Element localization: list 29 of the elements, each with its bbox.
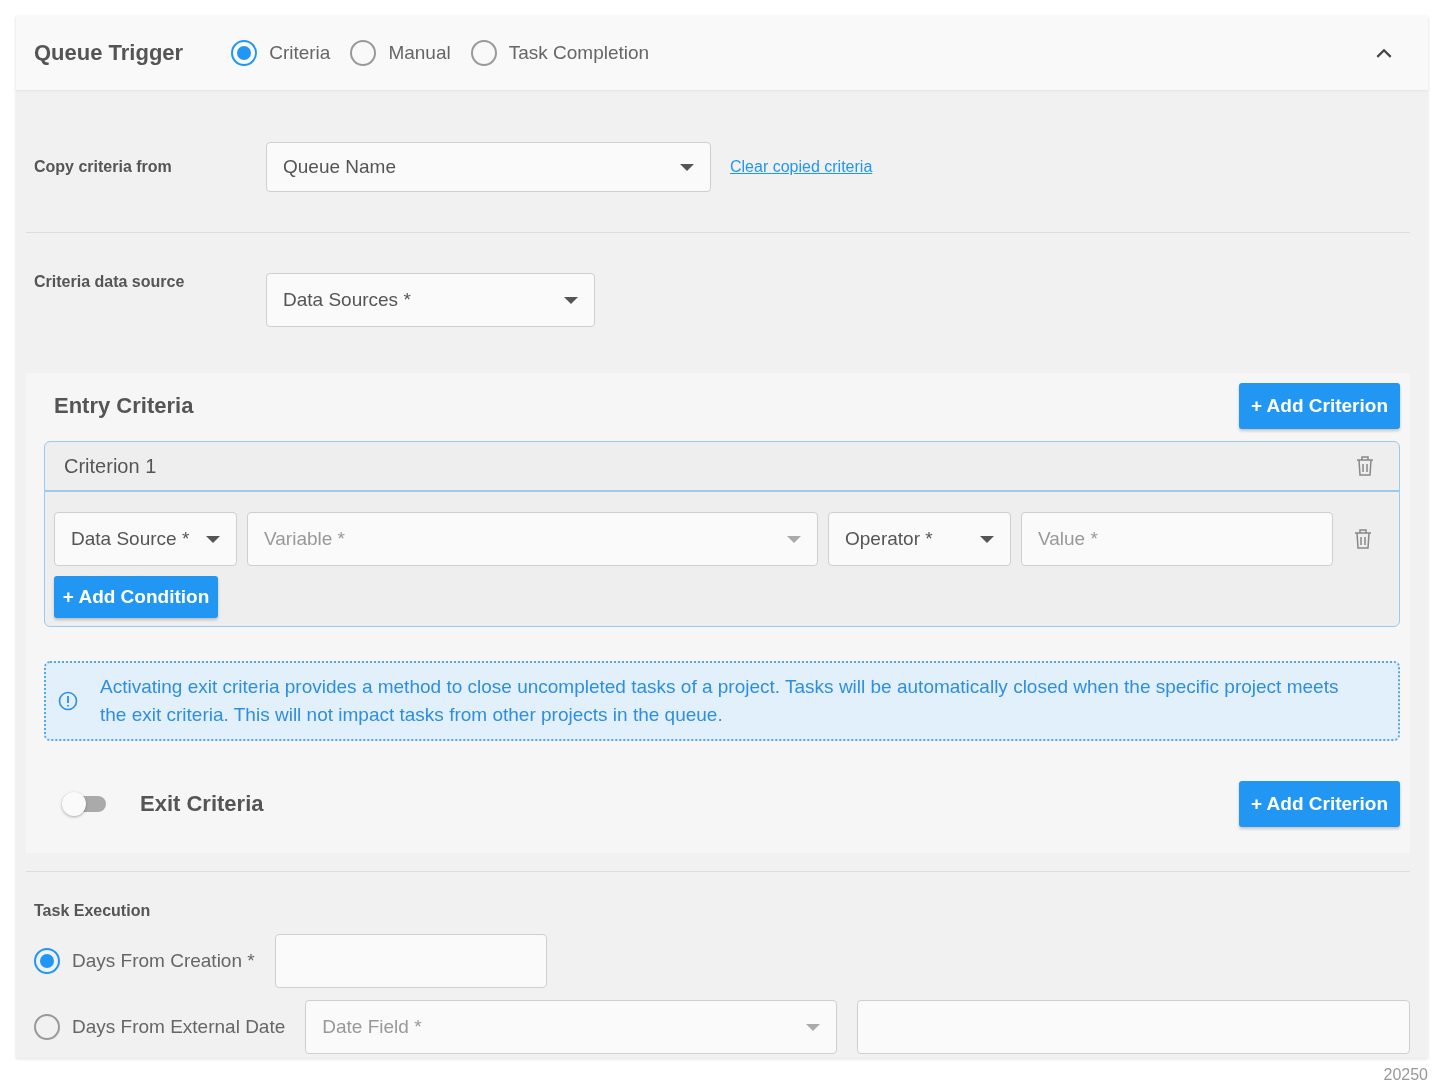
panel-title: Queue Trigger <box>34 40 184 66</box>
field-label: Task Execution <box>34 902 152 920</box>
days-input-field[interactable] <box>857 1000 1410 1054</box>
section-title: Entry Criteria <box>54 393 194 419</box>
trash-icon[interactable] <box>1353 528 1373 550</box>
field-label: Criteria data source <box>34 273 186 291</box>
trigger-radio[interactable]: Task Completion <box>470 40 650 66</box>
add-criterion-button[interactable]: + Add Criterion <box>1238 781 1400 827</box>
section-title: Exit Criteria <box>140 791 264 817</box>
condition-dropdown[interactable]: Operator * <box>828 512 1011 566</box>
trigger-radio[interactable]: Criteria <box>231 40 331 66</box>
days-input-field[interactable] <box>274 934 547 988</box>
add-condition-button[interactable]: + Add Condition <box>54 576 218 618</box>
condition-dropdown[interactable]: Data Source * <box>54 512 237 566</box>
collapse-chevron-icon[interactable] <box>1376 48 1392 58</box>
data-sources-dropdown[interactable]: Data Sources * <box>266 273 595 327</box>
task-execution-radio[interactable]: Days From Creation * <box>34 948 255 974</box>
add-criterion-button[interactable]: + Add Criterion <box>1238 383 1400 429</box>
criterion-title: Criterion 1 <box>64 454 157 478</box>
trash-icon[interactable] <box>1355 455 1375 477</box>
info-icon <box>58 691 78 711</box>
value-field[interactable]: Value * <box>1021 512 1333 566</box>
field-label: Copy criteria from <box>34 158 173 176</box>
trigger-radio[interactable]: Manual <box>350 40 451 66</box>
info-text: Activating exit criteria provides a method to close uncompleted tasks of a project. Tasks will be automatically closed when the specific project meets the exit criteria. This will not impact tasks from other projects in the queue. <box>100 675 1340 727</box>
clear-criteria-link[interactable]: Clear copied criteria <box>730 158 873 176</box>
footer-text: 20250 <box>1383 1066 1428 1080</box>
queue-name-dropdown[interactable]: Queue Name <box>266 142 711 192</box>
task-execution-radio[interactable]: Days From External Date <box>34 1014 286 1040</box>
